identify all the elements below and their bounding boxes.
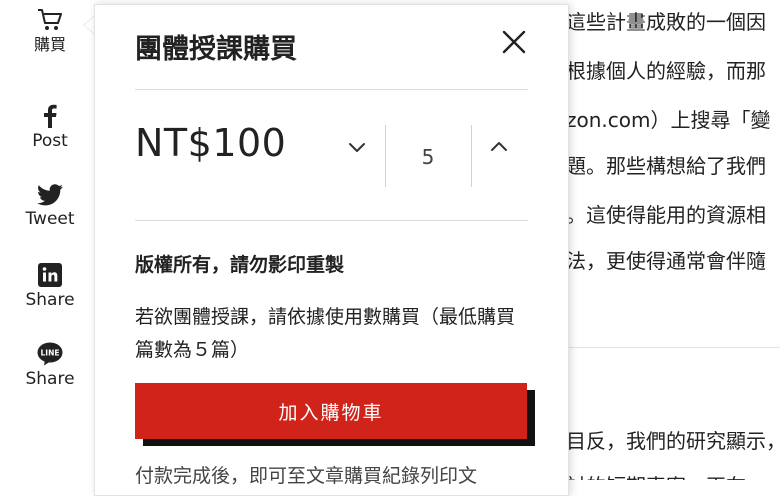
quantity-input[interactable] <box>393 145 463 169</box>
line-icon: LINE <box>37 342 63 366</box>
linkedin-icon <box>38 263 62 287</box>
purchase-label: 購買 <box>33 35 66 54</box>
stepper-divider <box>385 125 386 187</box>
line-share-button[interactable]: LINE Share <box>0 342 100 389</box>
article-line: 討的短期專案，再在 <box>566 470 746 480</box>
chevron-up-icon[interactable] <box>487 135 511 159</box>
article-line: zon.com）上搜尋「變 <box>566 108 771 132</box>
add-to-cart-button[interactable]: 加入購物車 <box>135 383 527 439</box>
article-body: 這些計畫成敗的一個因 根據個人的經驗，而那 zon.com）上搜尋「變 題。那些… <box>540 0 780 480</box>
article-line: 。這使得能用的資源相 <box>566 203 766 227</box>
twitter-label: Tweet <box>25 209 75 229</box>
facebook-label: Post <box>32 131 68 151</box>
facebook-icon <box>44 104 57 128</box>
stepper-divider <box>471 125 472 187</box>
article-line: 根據個人的經驗，而那 <box>566 59 766 83</box>
line-label: Share <box>25 369 75 389</box>
share-rail: 購買 Post Tweet Share LINE Share <box>0 0 100 480</box>
popup-title: 團體授課購買 <box>135 34 297 65</box>
article-divider <box>540 347 780 348</box>
twitter-share-button[interactable]: Tweet <box>0 184 100 229</box>
cart-icon <box>38 9 62 30</box>
article-line: 這些計畫成敗的一個因 <box>566 10 766 34</box>
article-line: 題。那些構想給了我們 <box>566 154 766 178</box>
copyright-notice: 版權所有，請勿影印重製 <box>135 254 345 276</box>
svg-text:LINE: LINE <box>41 348 60 357</box>
linkedin-share-button[interactable]: Share <box>0 263 100 310</box>
facebook-share-button[interactable]: Post <box>0 104 100 151</box>
chevron-down-icon[interactable] <box>345 135 369 159</box>
linkedin-label: Share <box>25 290 75 310</box>
twitter-icon <box>37 184 63 206</box>
divider <box>135 220 528 221</box>
group-purchase-popup: 團體授課購買 NT$100 版權所有，請勿影印重製 若欲團體授課，請依據使用數購… <box>94 4 569 496</box>
close-icon[interactable] <box>501 29 527 55</box>
bulk-purchase-description: 若欲團體授課，請依據使用數購買（最低購買篇數為５篇） <box>135 306 516 361</box>
price-display: NT$100 <box>135 121 287 165</box>
article-line: 法，更使得通常會伴隨 <box>566 249 766 273</box>
divider <box>135 89 528 90</box>
article-line: 目反，我們的研究顯示， <box>566 429 780 453</box>
payment-note: 付款完成後，即可至文章購買紀錄列印文 <box>135 465 478 487</box>
